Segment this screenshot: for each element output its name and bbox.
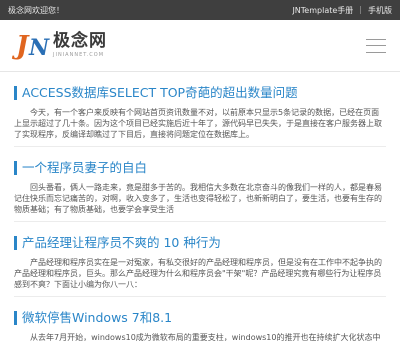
top-links: JNTemplate手册 | 手机版 — [292, 5, 392, 16]
article-title[interactable]: 微软停售Windows 7和8.1 — [14, 311, 386, 325]
hamburger-line — [366, 45, 386, 46]
page: 极念网欢迎您！ JNTemplate手册 | 手机版 J N 极念网 JINIA… — [0, 0, 400, 341]
hamburger-line — [366, 51, 386, 53]
hamburger-icon[interactable] — [366, 38, 386, 53]
logo-text: 极念网 JINIANNET.COM — [53, 33, 107, 58]
logo-letter-n: N — [29, 34, 50, 61]
article-title[interactable]: 一个程序员妻子的自白 — [14, 161, 386, 175]
article-summary: 从去年7月开始，windows10成为微软布局的重要支柱，windows10的推… — [30, 333, 381, 341]
article-summary: 产品经理和程序员实在是一对冤家，有私交很好的产品经理和程序员，但是没有在工作中不… — [14, 258, 382, 289]
welcome-text: 极念网欢迎您！ — [8, 5, 64, 15]
article-item: ACCESS数据库SELECT TOP奇葩的超出数量问题 今天，有一个客户来反映… — [14, 72, 386, 147]
article-summary: 回头番看，俩人一路走来，竟是甜多于苦的。我相信大多数在北京奋斗的像我们一样的人，… — [14, 183, 382, 214]
article-summary: 今天，有一个客户来反映有个网站首页资讯数量不对，以前原本只显示5条记录的数据，已… — [14, 108, 382, 139]
article-list: ACCESS数据库SELECT TOP奇葩的超出数量问题 今天，有一个客户来反映… — [0, 72, 400, 341]
logo-name: 极念网 — [53, 31, 107, 51]
site-header: J N 极念网 JINIANNET.COM — [0, 20, 400, 72]
hamburger-line — [366, 38, 386, 40]
site-logo[interactable]: J N 极念网 JINIANNET.COM — [16, 31, 107, 61]
mobile-link[interactable]: 手机版 — [368, 5, 392, 16]
logo-mark: J N — [16, 31, 50, 61]
article-title[interactable]: ACCESS数据库SELECT TOP奇葩的超出数量问题 — [14, 86, 386, 100]
article-item: 微软停售Windows 7和8.1 从去年7月开始，windows10成为微软布… — [14, 297, 386, 341]
link-separator: | — [359, 4, 362, 14]
manual-link[interactable]: JNTemplate手册 — [292, 5, 353, 16]
logo-domain: JINIANNET.COM — [53, 52, 105, 58]
logo-letter-j: J — [16, 30, 29, 61]
article-title[interactable]: 产品经理让程序员不爽的 10 种行为 — [14, 236, 386, 250]
top-bar: 极念网欢迎您！ JNTemplate手册 | 手机版 — [0, 0, 400, 20]
article-item: 产品经理让程序员不爽的 10 种行为 产品经理和程序员实在是一对冤家，有私交很好… — [14, 222, 386, 297]
article-item: 一个程序员妻子的自白 回头番看，俩人一路走来，竟是甜多于苦的。我相信大多数在北京… — [14, 147, 386, 222]
